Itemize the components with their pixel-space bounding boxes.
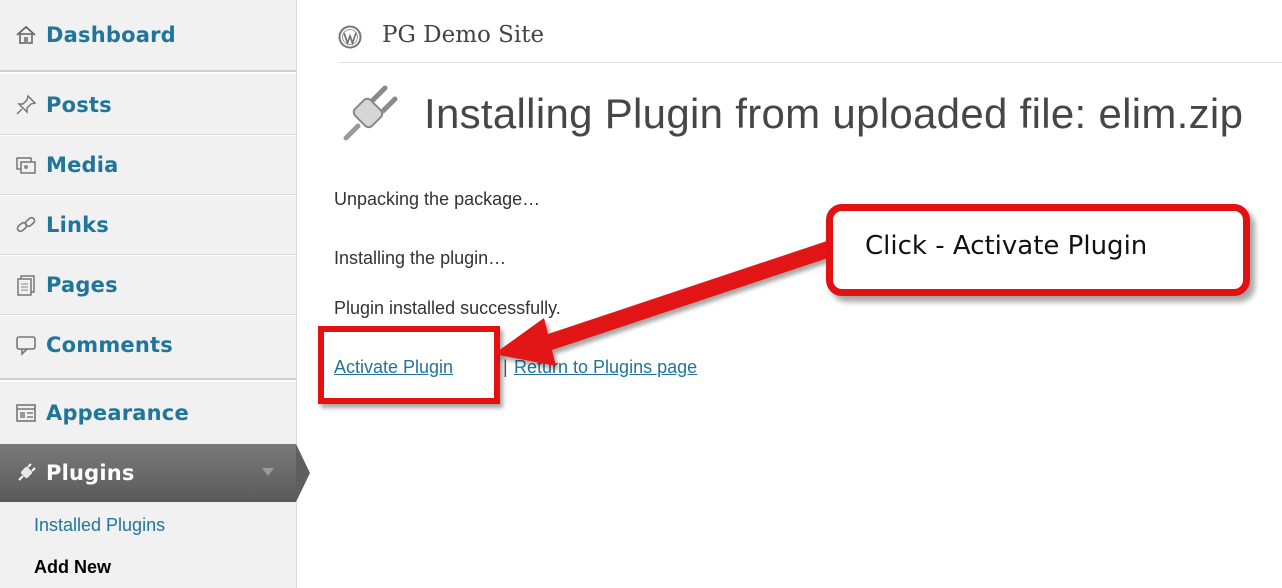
sidebar-item-label: Appearance bbox=[46, 401, 189, 425]
sidebar-item-label: Comments bbox=[46, 333, 173, 357]
sidebar-item-media[interactable]: Media bbox=[0, 136, 296, 194]
chevron-down-icon[interactable] bbox=[262, 468, 274, 476]
link-separator: | bbox=[503, 357, 508, 377]
sidebar-item-comments[interactable]: Comments bbox=[0, 316, 296, 374]
sidebar-item-plugins[interactable]: Plugins bbox=[0, 444, 310, 502]
sidebar-item-label: Plugins bbox=[46, 461, 135, 485]
sidebar-item-pages[interactable]: Pages bbox=[0, 256, 296, 314]
status-message: Plugin installed successfully. bbox=[334, 298, 561, 318]
plugin-icon bbox=[340, 84, 400, 144]
annotation-callout: Click - Activate Plugin bbox=[826, 204, 1250, 296]
status-message: Installing the plugin… bbox=[334, 248, 507, 268]
active-menu-pointer bbox=[296, 444, 310, 502]
callout-text: Click - Activate Plugin bbox=[865, 231, 1148, 261]
appearance-icon bbox=[14, 401, 38, 425]
return-to-plugins-link[interactable]: Return to Plugins page bbox=[514, 357, 697, 378]
status-message: Unpacking the package… bbox=[334, 189, 541, 209]
sidebar-item-label: Posts bbox=[46, 93, 112, 117]
plug-icon bbox=[14, 461, 38, 485]
submenu-installed-plugins[interactable]: Installed Plugins bbox=[34, 515, 165, 536]
media-icon bbox=[14, 153, 38, 177]
admin-sidebar: Dashboard Posts Media Links Pages Commen… bbox=[0, 0, 310, 588]
home-icon bbox=[14, 23, 38, 47]
pages-icon bbox=[14, 273, 38, 297]
pushpin-icon bbox=[14, 93, 38, 117]
sidebar-item-posts[interactable]: Posts bbox=[0, 76, 296, 134]
submenu-add-new[interactable]: Add New bbox=[34, 557, 111, 578]
sidebar-item-label: Links bbox=[46, 213, 109, 237]
sidebar-item-label: Pages bbox=[46, 273, 118, 297]
comment-icon bbox=[14, 333, 38, 357]
page-title: Installing Plugin from uploaded file: el… bbox=[424, 90, 1244, 137]
sidebar-item-label: Media bbox=[46, 153, 119, 177]
menu-separator bbox=[0, 70, 296, 74]
site-name[interactable]: PG Demo Site bbox=[382, 22, 544, 48]
sidebar-item-dashboard[interactable]: Dashboard bbox=[0, 6, 296, 64]
wordpress-logo-icon[interactable] bbox=[338, 25, 362, 49]
menu-separator bbox=[0, 378, 296, 382]
sidebar-item-links[interactable]: Links bbox=[0, 196, 296, 254]
sidebar-item-label: Dashboard bbox=[46, 23, 176, 47]
annotation-highlight-box bbox=[318, 326, 500, 404]
link-icon bbox=[14, 213, 38, 237]
site-header: PG Demo Site bbox=[338, 18, 1282, 63]
sidebar-item-appearance[interactable]: Appearance bbox=[0, 384, 296, 442]
